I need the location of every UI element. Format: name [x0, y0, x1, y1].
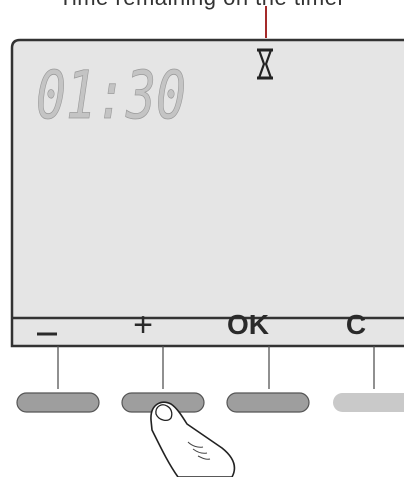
finger-icon	[150, 401, 236, 477]
device-illustration: 01:30 + OK C	[10, 6, 404, 477]
ok-label: OK	[227, 309, 269, 340]
thermostat-diagram: Time remaining on the timer 01:30 + OK C	[0, 0, 404, 477]
plus-label: +	[133, 306, 153, 344]
c-label: C	[346, 309, 366, 340]
lcd-time: 01:30	[36, 57, 186, 134]
ok-button[interactable]	[226, 392, 310, 413]
cancel-button[interactable]	[333, 393, 404, 412]
button-connectors	[57, 346, 375, 389]
minus-button[interactable]	[16, 392, 100, 413]
